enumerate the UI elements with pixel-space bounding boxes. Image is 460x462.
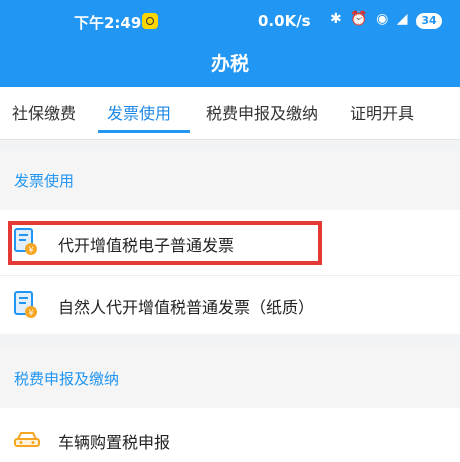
tab-tax-declaration[interactable]: 税费申报及缴纳	[206, 87, 318, 140]
section-header-tax: 税费申报及缴纳	[0, 348, 460, 408]
notification-icon	[142, 13, 158, 29]
section-title-tax: 税费申报及缴纳	[14, 370, 120, 388]
car-icon	[14, 432, 40, 447]
list-item-label: 自然人代开增值税普通发票（纸质）	[58, 298, 315, 317]
list-item-vehicle-tax[interactable]: 车辆购置税申报	[0, 408, 460, 462]
active-tab-indicator	[98, 130, 190, 133]
list-item-label: 车辆购置税申报	[58, 433, 171, 452]
list-item-paper-invoice[interactable]: ¥ 自然人代开增值税普通发票（纸质）	[0, 276, 460, 334]
section-title-invoice: 发票使用	[14, 172, 75, 190]
battery-icon: 34	[416, 13, 442, 29]
network-speed: 0.0K/s	[258, 12, 311, 30]
highlight-box	[8, 221, 322, 265]
app-bar: 下午2:49 0.0K/s ✱ ⏰ ◉ ◢ ◢ 34 办税	[0, 0, 460, 87]
section-header-invoice: 发票使用	[0, 150, 460, 210]
invoice-icon: ¥	[14, 291, 37, 318]
status-time: 下午2:49	[74, 14, 142, 32]
status-bar: 下午2:49 0.0K/s ✱ ⏰ ◉ ◢ ◢ 34	[0, 0, 460, 40]
page-title: 办税	[210, 53, 249, 75]
svg-text:¥: ¥	[28, 309, 33, 318]
tab-bar: 社保缴费 发票使用 税费申报及缴纳 证明开具	[0, 87, 460, 140]
tab-social-security[interactable]: 社保缴费	[12, 87, 76, 140]
tab-certificate[interactable]: 证明开具	[350, 87, 414, 140]
status-icons: ✱ ⏰ ◉ ◢ ◢	[330, 11, 429, 27]
